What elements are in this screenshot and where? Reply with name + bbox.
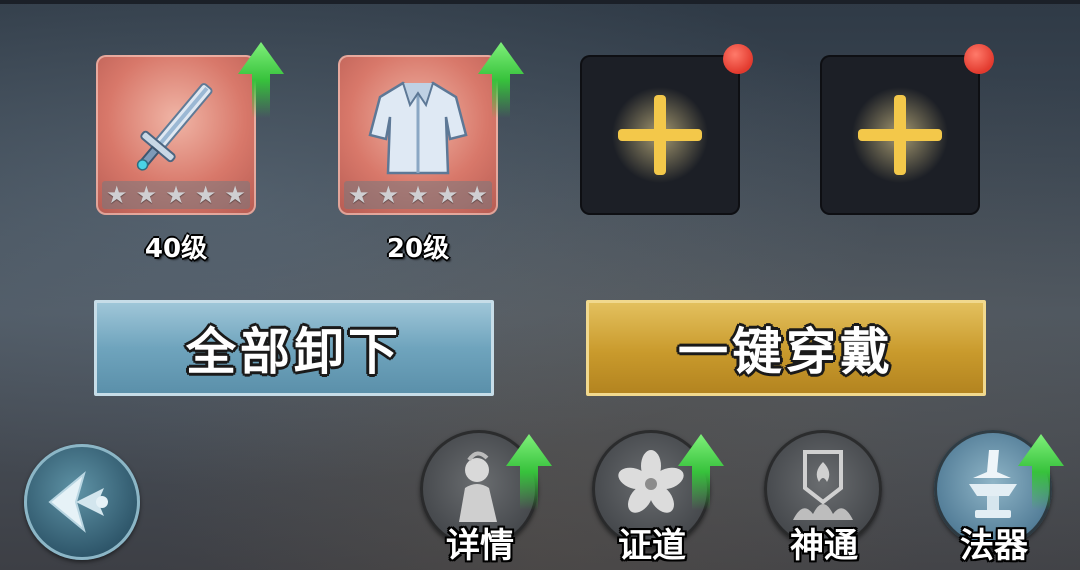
back-arrow-icon (48, 471, 108, 533)
equipment-slot-weapon[interactable]: ★ ★ ★ ★ ★ (96, 55, 256, 215)
notification-dot (964, 44, 994, 74)
star-rating: ★ ★ ★ ★ ★ (344, 181, 492, 209)
back-button[interactable] (24, 444, 140, 560)
star-rating: ★ ★ ★ ★ ★ (102, 181, 250, 209)
tab-label: 神通 (790, 526, 858, 566)
star-icon: ★ (348, 181, 370, 209)
equipment-slot-empty-1[interactable] (580, 55, 740, 215)
tab-label: 证道 (618, 526, 686, 566)
tab-label: 详情 (446, 526, 514, 566)
sword-icon (136, 83, 213, 171)
equipment-level: 40级 (144, 234, 208, 264)
star-icon: ★ (436, 181, 459, 209)
equipment-slot-empty-2[interactable] (820, 55, 980, 215)
plus-icon (612, 87, 708, 183)
top-border (0, 0, 1080, 4)
equipment-slot-armor[interactable]: ★ ★ ★ ★ ★ (338, 55, 498, 215)
unequip-all-button[interactable]: 全部卸下 (94, 300, 494, 396)
equipment-level: 20级 (386, 234, 450, 264)
robe-icon (368, 81, 468, 175)
shield-flame-icon (793, 450, 853, 520)
star-icon: ★ (106, 181, 128, 209)
star-icon: ★ (194, 181, 217, 209)
star-icon: ★ (135, 181, 158, 209)
star-icon: ★ (377, 181, 400, 209)
star-icon: ★ (407, 181, 429, 209)
notification-dot (723, 44, 753, 74)
upgrade-arrow-icon (478, 42, 524, 118)
equip-all-button[interactable]: 一键穿戴 (586, 300, 986, 396)
upgrade-arrow-icon (506, 434, 552, 510)
star-icon: ★ (165, 181, 187, 209)
upgrade-arrow-icon (1018, 434, 1064, 510)
upgrade-arrow-icon (678, 434, 724, 510)
upgrade-arrow-icon (238, 42, 284, 118)
star-icon: ★ (466, 181, 488, 209)
plus-icon (852, 87, 948, 183)
tab-label: 法器 (960, 526, 1028, 566)
star-icon: ★ (224, 181, 246, 209)
